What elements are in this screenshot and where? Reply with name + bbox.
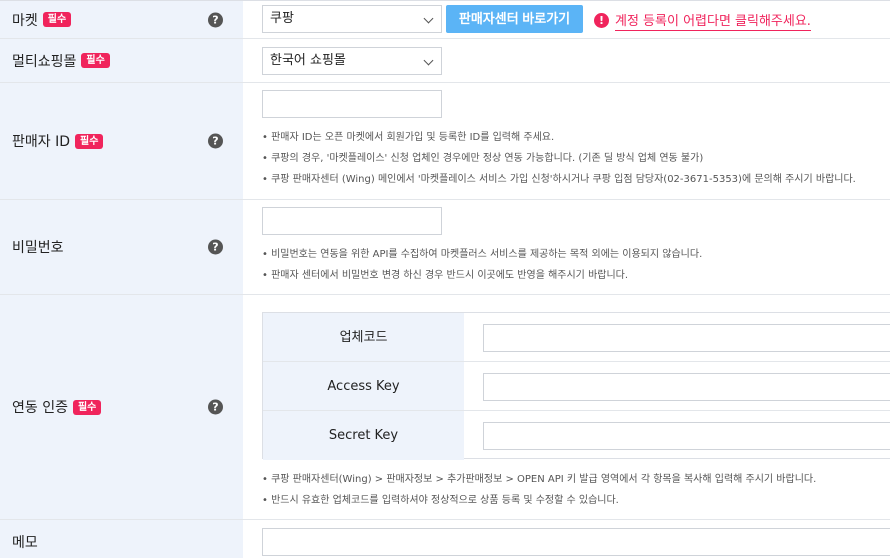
multishop-select-value: 한국어 쇼핑몰 (270, 53, 346, 68)
note-text: • 쿠팡 판매자센터 (Wing) 메인에서 '마켓플레이스 서비스 가입 신청… (262, 174, 856, 185)
password-input[interactable] (262, 207, 442, 235)
note-text: • 비밀번호는 연동을 위한 API를 수집하여 마켓플러스 서비스를 제공하는… (262, 249, 703, 260)
help-icon[interactable]: ? (208, 12, 223, 27)
company-code-label: 업체코드 (263, 313, 464, 361)
label-cell-auth: 연동 인증 필수 ? (0, 295, 243, 519)
seller-id-label: 판매자 ID (12, 134, 70, 150)
auth-label: 연동 인증 (12, 400, 68, 416)
note-text: • 쿠팡 판매자센터(Wing) > 판매자정보 > 추가판매정보 > OPEN… (262, 474, 817, 485)
note-text: • 반드시 유효한 업체코드를 입력하셔야 정상적으로 상품 등록 및 수정할 … (262, 495, 619, 506)
label-cell-seller-id: 판매자 ID 필수 ? (0, 83, 243, 199)
row-password: 비밀번호 ? • 비밀번호는 연동을 위한 API를 수집하여 마켓플러스 서비… (0, 200, 890, 295)
seller-id-input[interactable] (262, 90, 442, 118)
memo-label: 메모 (12, 535, 38, 551)
required-badge: 필수 (42, 12, 72, 27)
password-notes: • 비밀번호는 연동을 위한 API를 수집하여 마켓플러스 서비스를 제공하는… (262, 244, 702, 286)
multishop-label: 멀티쇼핑몰 (12, 53, 77, 70)
auth-fields-table: 업체코드 Access Key Secret Key (262, 312, 890, 460)
help-icon[interactable]: ? (208, 399, 223, 415)
required-badge: 필수 (72, 399, 102, 415)
note-text: • 판매자 센터에서 비밀번호 변경 하신 경우 반드시 이곳에도 반영을 해주… (262, 270, 629, 281)
market-select-value: 쿠팡 (270, 11, 294, 26)
access-key-label: Access Key (263, 362, 464, 410)
seller-id-notes: • 판매자 ID는 오픈 마켓에서 회원가입 및 등록한 ID를 입력해 주세요… (262, 127, 856, 190)
required-badge: 필수 (81, 53, 110, 68)
auth-row-secret-key: Secret Key (263, 411, 890, 460)
password-label: 비밀번호 (12, 240, 64, 256)
secret-key-label: Secret Key (263, 411, 464, 460)
market-select[interactable]: 쿠팡 (262, 5, 442, 33)
help-icon[interactable]: ? (208, 133, 223, 149)
label-cell-password: 비밀번호 ? (0, 200, 243, 294)
company-code-input[interactable] (483, 324, 890, 352)
note-text: • 판매자 ID는 오픈 마켓에서 회원가입 및 등록한 ID를 입력해 주세요… (262, 132, 555, 143)
multishop-select[interactable]: 한국어 쇼핑몰 (262, 47, 442, 75)
label-cell-memo: 메모 (0, 520, 243, 558)
market-label: 마켓 (12, 12, 38, 29)
auth-row-access-key: Access Key (263, 362, 890, 411)
label-cell-market: 마켓 필수 ? (0, 1, 243, 38)
row-auth: 연동 인증 필수 ? 업체코드 Access Key Secret Key • … (0, 295, 890, 520)
auth-row-company-code: 업체코드 (263, 313, 890, 362)
exclamation-icon: ! (594, 13, 609, 28)
access-key-input[interactable] (483, 373, 890, 401)
label-cell-multishop: 멀티쇼핑몰 필수 (0, 39, 243, 82)
market-account-form: 마켓 필수 ? 쿠팡 판매자센터 바로가기 ! 계정 등록이 어렵다면 클릭해주… (0, 0, 890, 558)
secret-key-input[interactable] (483, 422, 890, 450)
note-text: • 쿠팡의 경우, '마켓플레이스' 신청 업체인 경우에만 정상 연동 가능합… (262, 153, 704, 164)
row-multishop: 멀티쇼핑몰 필수 한국어 쇼핑몰 (0, 39, 890, 83)
row-memo: 메모 (0, 520, 890, 558)
auth-notes: • 쿠팡 판매자센터(Wing) > 판매자정보 > 추가판매정보 > OPEN… (262, 469, 816, 511)
row-seller-id: 판매자 ID 필수 ? • 판매자 ID는 오픈 마켓에서 회원가입 및 등록한… (0, 83, 890, 200)
help-icon[interactable]: ? (208, 239, 223, 255)
row-market: 마켓 필수 ? 쿠팡 판매자센터 바로가기 ! 계정 등록이 어렵다면 클릭해주… (0, 1, 890, 39)
chevron-down-icon (423, 55, 434, 66)
memo-input[interactable] (262, 528, 890, 556)
account-help-link[interactable]: ! 계정 등록이 어렵다면 클릭해주세요. (594, 10, 811, 31)
account-help-text[interactable]: 계정 등록이 어렵다면 클릭해주세요. (615, 10, 811, 31)
chevron-down-icon (423, 13, 434, 24)
seller-center-button[interactable]: 판매자센터 바로가기 (446, 5, 583, 33)
required-badge: 필수 (75, 133, 104, 149)
